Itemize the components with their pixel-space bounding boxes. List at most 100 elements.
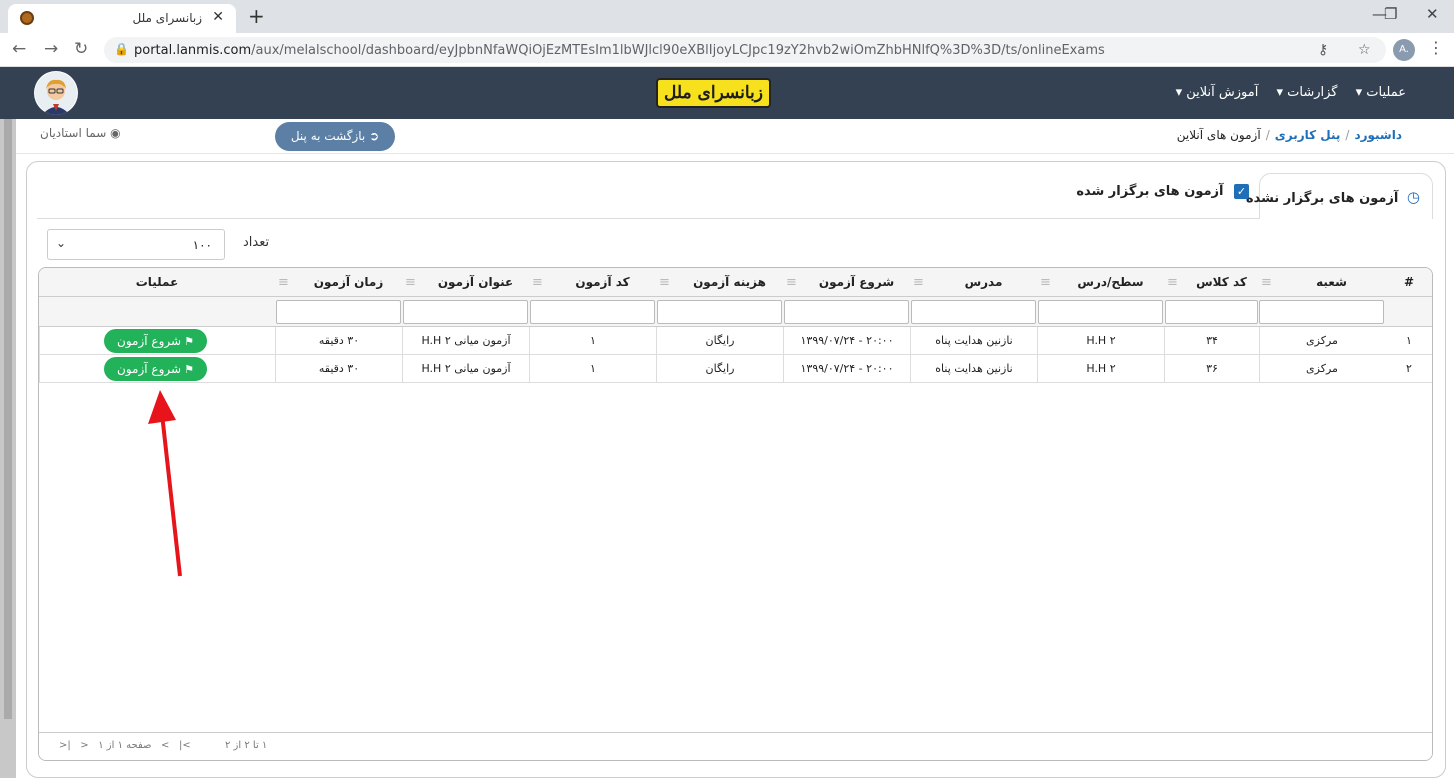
tab-held-label: آزمون های برگزار شده: [1076, 184, 1224, 199]
filter-cost-input[interactable]: [657, 300, 782, 324]
window-close-icon[interactable]: ✕: [1426, 5, 1439, 23]
breadcrumb: داشبورد / پنل کاربری / آزمون های آنلاین: [1177, 128, 1402, 142]
filter-branch-input[interactable]: [1259, 300, 1384, 324]
breadcrumb-separator: /: [1345, 128, 1350, 142]
start-exam-button[interactable]: ⚑شروع آزمون: [104, 357, 207, 381]
cell-start: ۲۰:۰۰ - ۱۳۹۹/۰۷/۲۴: [783, 355, 910, 383]
column-header-class-code[interactable]: کد کلاس: [1164, 268, 1259, 297]
grid-pagination: ۱ تا ۲ از ۲ >| > صفحه ۱ از ۱ < |<: [39, 732, 1432, 760]
filter-class-code-input[interactable]: [1165, 300, 1258, 324]
profile-avatar[interactable]: A.: [1393, 39, 1415, 61]
count-label: تعداد: [243, 235, 270, 250]
exams-card: ◷ آزمون های برگزار نشده ✓ آزمون های برگز…: [26, 161, 1446, 778]
tab-held-exams[interactable]: ✓ آزمون های برگزار شده: [1076, 184, 1249, 199]
cell-title: آزمون میانی ۲ H.H: [402, 327, 529, 355]
bookmark-star-icon[interactable]: ☆: [1358, 42, 1371, 58]
breadcrumb-separator: /: [1265, 128, 1270, 142]
browser-tab-title: زبانسرای ملل: [132, 11, 203, 25]
sign-out-icon: ➲: [369, 129, 380, 143]
forward-arrow-icon[interactable]: →: [44, 39, 58, 59]
avatar-person-icon: [35, 72, 77, 115]
first-page-icon[interactable]: |<: [59, 740, 71, 751]
url-text: portal.lanmis.com/aux/melalschool/dashbo…: [134, 43, 1105, 58]
key-icon[interactable]: ⚷: [1318, 42, 1328, 58]
cell-level: H.H ۲: [1037, 355, 1164, 383]
cell-level: H.H ۲: [1037, 327, 1164, 355]
grid-filter-row: [39, 297, 1432, 327]
cell-duration: ۳۰ دقیقه: [275, 355, 402, 383]
left-scroll-thumb[interactable]: [4, 119, 12, 719]
browser-menu-icon[interactable]: ⋮: [1428, 38, 1444, 57]
cell-class-code: ۳۶: [1164, 355, 1259, 383]
site-favicon-icon: [20, 11, 34, 25]
lock-icon: 🔒: [114, 42, 129, 56]
tab-pending-exams[interactable]: ◷ آزمون های برگزار نشده: [1246, 173, 1433, 219]
tab-close-icon[interactable]: ✕: [212, 9, 224, 25]
column-header-teacher[interactable]: مدرس: [910, 268, 1037, 297]
filter-duration-input[interactable]: [276, 300, 401, 324]
new-tab-button[interactable]: +: [248, 4, 265, 28]
column-menu-icon[interactable]: ≡: [1040, 268, 1051, 297]
column-header-start[interactable]: شروع آزمون: [783, 268, 910, 297]
column-menu-icon[interactable]: ≡: [786, 268, 797, 297]
column-header-branch[interactable]: شعبه: [1259, 268, 1384, 297]
breadcrumb-user-panel[interactable]: پنل کاربری: [1275, 128, 1341, 142]
prev-page-icon[interactable]: <: [80, 740, 88, 751]
cell-teacher: نازنین هدایت پناه: [910, 327, 1037, 355]
column-menu-icon[interactable]: ≡: [913, 268, 924, 297]
cell-class-code: ۳۴: [1164, 327, 1259, 355]
start-exam-button[interactable]: ⚑شروع آزمون: [104, 329, 207, 353]
menu-operations[interactable]: عملیات ▾: [1356, 85, 1406, 100]
user-avatar[interactable]: [34, 71, 78, 115]
breadcrumb-dashboard[interactable]: داشبورد: [1354, 128, 1402, 142]
checkbox-checked-icon: ✓: [1234, 184, 1249, 199]
filter-title-input[interactable]: [403, 300, 528, 324]
column-header-num[interactable]: #: [1384, 268, 1432, 297]
cell-cost: رایگان: [656, 355, 783, 383]
user-name: سما استادیان: [40, 126, 107, 140]
browser-tab[interactable]: زبانسرای ملل ✕: [8, 4, 236, 33]
address-bar[interactable]: 🔒 portal.lanmis.com/aux/melalschool/dash…: [104, 37, 1386, 63]
menu-online-learning[interactable]: آموزش آنلاین ▾: [1176, 85, 1259, 100]
table-row: ۲ مرکزی ۳۶ H.H ۲ نازنین هدایت پناه ۲۰:۰۰…: [39, 355, 1432, 383]
column-header-duration[interactable]: زمان آزمون: [275, 268, 402, 297]
restore-icon[interactable]: ❐: [1384, 5, 1397, 23]
page-size-select[interactable]: ۱۰۰ ⌄: [47, 229, 225, 260]
annotation-arrow: [148, 390, 182, 577]
filter-start-input[interactable]: [784, 300, 909, 324]
column-menu-icon[interactable]: ≡: [659, 268, 670, 297]
back-to-panel-button[interactable]: ➲ بازگشت به پنل: [275, 122, 395, 151]
start-exam-label: شروع آزمون: [117, 362, 182, 376]
column-menu-icon[interactable]: ≡: [278, 268, 289, 297]
grid-header: # شعبه ≡ کد کلاس ≡ سطح/درس ≡ مدرس ≡ شروع…: [39, 268, 1432, 297]
left-scroll-strip: [0, 119, 16, 778]
current-user: ◉ سما استادیان: [40, 126, 121, 140]
menu-reports[interactable]: گزارشات ▾: [1276, 85, 1337, 100]
column-menu-icon[interactable]: ≡: [532, 268, 543, 297]
flag-icon: ⚑: [184, 363, 194, 376]
cell-exam-code: ۱: [529, 327, 656, 355]
cell-start: ۲۰:۰۰ - ۱۳۹۹/۰۷/۲۴: [783, 327, 910, 355]
pagination-controls: >| > صفحه ۱ از ۱ < |<: [59, 740, 191, 751]
last-page-icon[interactable]: >|: [179, 740, 191, 751]
next-page-icon[interactable]: >: [161, 740, 169, 751]
filter-teacher-input[interactable]: [911, 300, 1036, 324]
cell-title: آزمون میانی ۲ H.H: [402, 355, 529, 383]
column-menu-icon[interactable]: ≡: [405, 268, 416, 297]
reload-icon[interactable]: ↻: [74, 39, 88, 59]
back-arrow-icon[interactable]: ←: [12, 39, 26, 59]
column-header-title[interactable]: عنوان آزمون: [402, 268, 529, 297]
filter-level-input[interactable]: [1038, 300, 1163, 324]
column-menu-icon[interactable]: ≡: [1261, 268, 1272, 297]
pagination-range: ۱ تا ۲ از ۲: [225, 740, 268, 751]
browser-toolbar: ← → ↻ 🔒 portal.lanmis.com/aux/melalschoo…: [0, 33, 1454, 67]
school-logo[interactable]: زبانسرای ملل: [656, 78, 771, 108]
column-header-cost[interactable]: هزینه آزمون: [656, 268, 783, 297]
url-host: portal.lanmis.com: [134, 43, 252, 58]
filter-exam-code-input[interactable]: [530, 300, 655, 324]
column-header-level[interactable]: سطح/درس: [1037, 268, 1164, 297]
cell-exam-code: ۱: [529, 355, 656, 383]
column-menu-icon[interactable]: ≡: [1167, 268, 1178, 297]
column-header-exam-code[interactable]: کد آزمون: [529, 268, 656, 297]
url-path: /aux/melalschool/dashboard/eyJpbnNfaWQiO…: [251, 43, 1105, 58]
